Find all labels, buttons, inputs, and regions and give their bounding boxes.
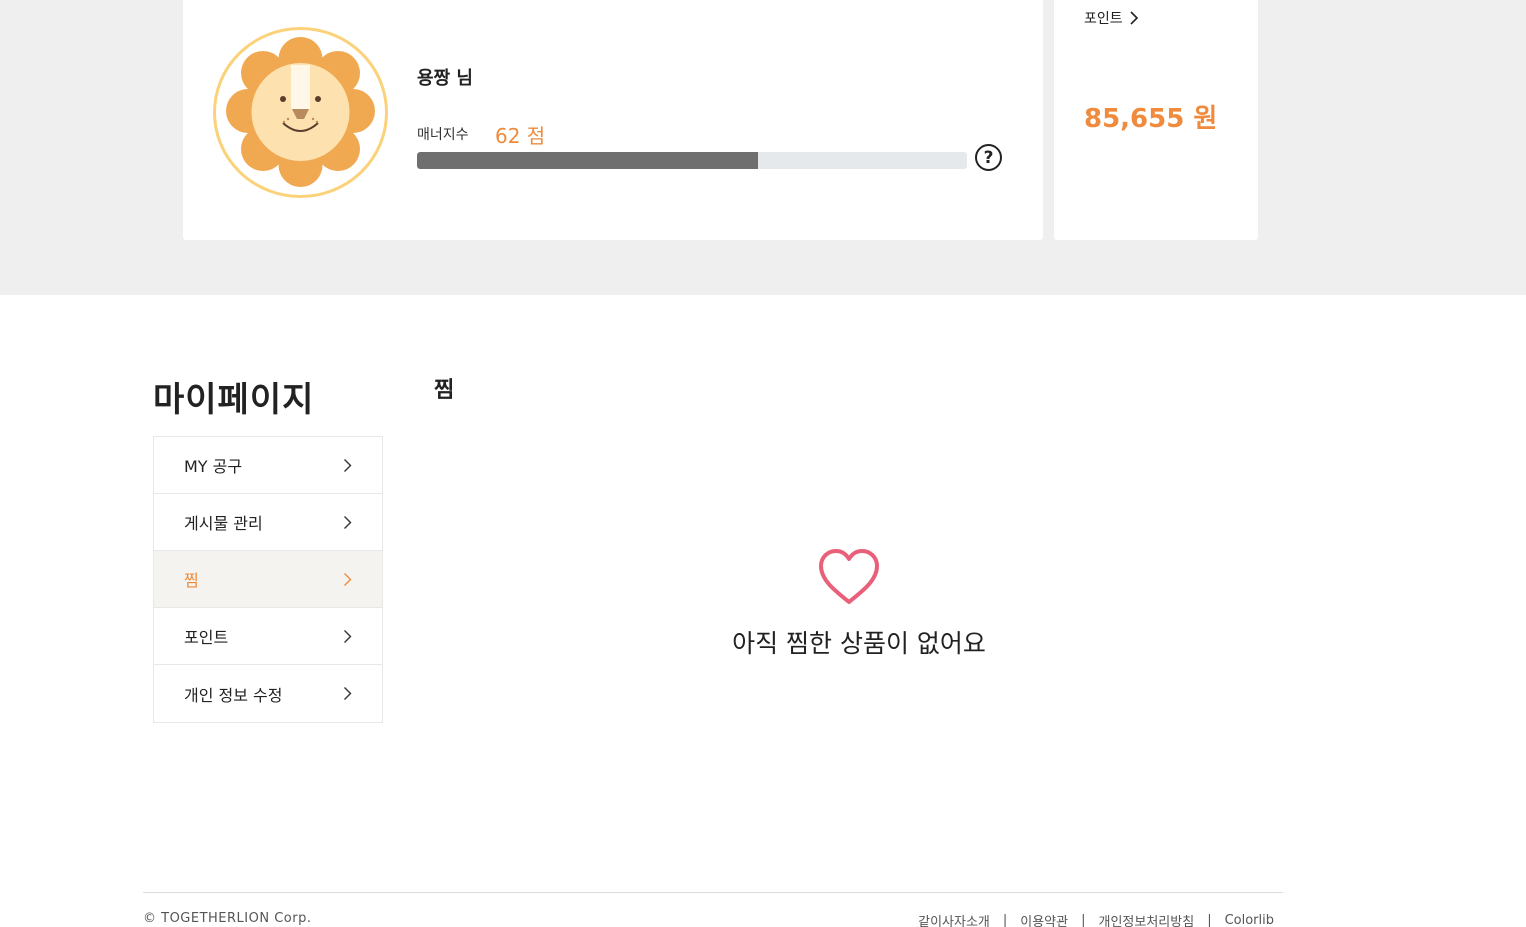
point-amount: 85,655 원 [1084,104,1218,134]
footer-separator: | [1081,913,1086,927]
manner-label: 매너지수 [417,127,469,143]
footer-link-about[interactable]: 같이사자소개 [918,911,990,927]
footer-copyright: © TOGETHERLION Corp. [143,911,312,926]
footer-separator: | [1207,913,1212,927]
footer-link-terms[interactable]: 이용약관 [1020,911,1068,927]
help-icon[interactable]: ? [975,144,1002,171]
sidebar-item-label: 포인트 [184,628,229,647]
chevron-right-icon [344,629,352,643]
sidebar-title: 마이페이지 [153,380,315,420]
chevron-right-icon [344,458,352,472]
sidebar-item-my-gonggu[interactable]: MY 공구 [154,437,382,494]
footer-link-colorlib[interactable]: Colorlib [1225,913,1274,927]
sidebar-item-label: 개인 정보 수정 [184,685,283,705]
point-link[interactable]: 포인트 [1084,8,1139,28]
profile-card: 용짱 님 매너지수 62 점 ? [183,0,1043,240]
sidebar-menu: MY 공구 게시물 관리 찜 포인트 개인 정보 수정 [153,436,383,723]
point-card: 포인트 85,655 원 [1054,0,1258,240]
heart-icon [819,549,879,604]
footer-link-privacy[interactable]: 개인정보처리방침 [1099,911,1195,927]
chevron-right-icon [344,515,352,529]
manner-score: 62 점 [495,124,546,148]
sidebar-item-wishlist[interactable]: 찜 [154,551,382,608]
footer-divider [143,892,1283,893]
point-link-label: 포인트 [1084,11,1123,27]
footer-links: 같이사자소개 | 이용약관 | 개인정보처리방침 | Colorlib [918,911,1274,927]
lion-avatar-icon [213,27,388,198]
sidebar-item-points[interactable]: 포인트 [154,608,382,665]
sidebar-item-label: MY 공구 [184,457,243,476]
manner-progress-fill [417,152,758,169]
content-title: 찜 [434,378,455,403]
chevron-right-icon [1130,11,1138,25]
sidebar-item-label: 게시물 관리 [184,514,263,533]
sidebar-item-label: 찜 [184,571,199,590]
sidebar-item-posts[interactable]: 게시물 관리 [154,494,382,551]
footer-separator: | [1002,913,1008,927]
chevron-right-icon [344,572,352,586]
sidebar-item-edit-profile[interactable]: 개인 정보 수정 [154,665,382,722]
user-name: 용짱 님 [417,68,473,89]
manner-progress-bar [417,152,967,169]
chevron-right-icon [344,687,352,700]
empty-wishlist-message: 아직 찜한 상품이 없어요 [732,629,986,658]
